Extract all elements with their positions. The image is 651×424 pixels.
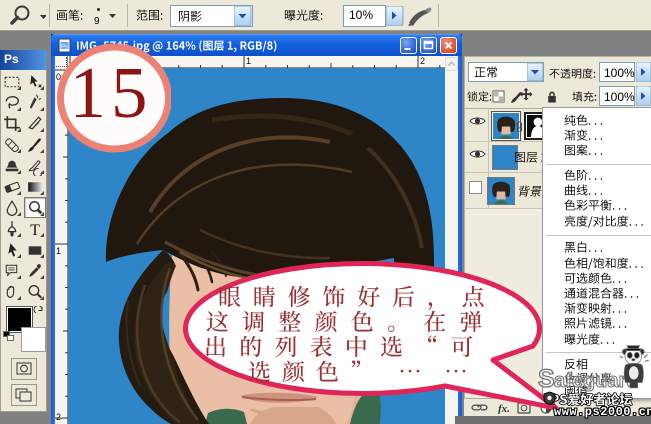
svg-text:2: 2	[420, 56, 425, 66]
svg-text:1: 1	[56, 246, 61, 256]
svg-text:1: 1	[246, 56, 251, 66]
svg-text:T: T	[30, 222, 40, 239]
svg-text:2: 2	[56, 412, 61, 422]
